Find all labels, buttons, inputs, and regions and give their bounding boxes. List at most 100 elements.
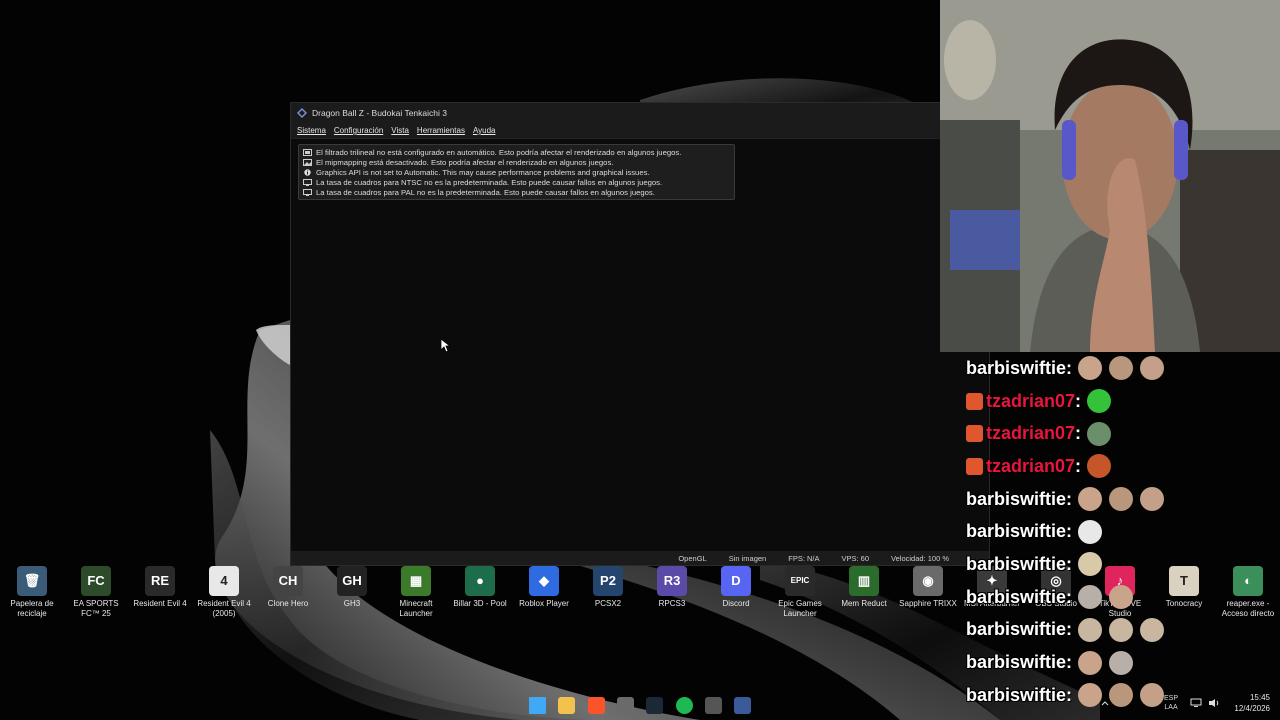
desktop-shortcut[interactable]: ▦ Minecraft Launcher <box>384 566 448 619</box>
info-icon <box>304 168 311 176</box>
shortcut-icon: P2 <box>593 566 623 596</box>
pcsx2-icon[interactable] <box>734 697 752 714</box>
chat-separator: : <box>1075 455 1082 476</box>
emote-icon <box>1078 585 1103 610</box>
desktop-shortcut[interactable]: EPIC Epic Games Launcher <box>768 566 832 619</box>
clock-date: 12/4/2026 <box>1234 704 1270 713</box>
chat-username: barbiswiftie <box>966 619 1067 640</box>
chat-message: tzadrian07: <box>966 385 1280 418</box>
desktop-shortcut[interactable]: ◆ Roblox Player <box>512 566 576 609</box>
spotify-icon[interactable] <box>675 697 693 714</box>
menu-vista[interactable]: Vista <box>391 126 409 135</box>
warning-panel: El filtrado trilineal no está configurad… <box>298 144 735 200</box>
chat-separator: : <box>1066 553 1073 574</box>
emote-icon <box>1109 650 1134 675</box>
microphone-badge-icon <box>966 425 983 443</box>
chat-separator: : <box>1075 390 1082 411</box>
emote-icon <box>1109 617 1134 642</box>
start-icon[interactable] <box>529 697 546 714</box>
notice-item: El filtrado trilineal no está configurad… <box>303 147 730 157</box>
shortcut-label: RPCS3 <box>658 599 686 608</box>
status-image: Sin imagen <box>728 553 767 563</box>
chat-message: tzadrian07: <box>966 450 1280 483</box>
shortcut-icon: CH <box>273 566 303 596</box>
status-fps: FPS: N/A <box>788 553 820 563</box>
desktop-shortcut[interactable]: GH GH3 <box>320 566 384 609</box>
emote-icon <box>1109 356 1134 381</box>
shortcut-label: Billar 3D - Pool <box>453 599 507 608</box>
menu-configuracion[interactable]: Configuración <box>334 126 383 135</box>
notice-item: El mipmapping está desactivado. Esto pod… <box>303 157 730 167</box>
status-vps: VPS: 60 <box>841 553 870 563</box>
status-bar: OpenGL Sin imagen FPS: N/A VPS: 60 Veloc… <box>291 551 989 565</box>
notice-item: La tasa de cuadros para PAL no es la pre… <box>303 187 730 197</box>
chat-message: tzadrian07: <box>966 417 1280 450</box>
emote-icon <box>1109 487 1134 512</box>
chat-message: barbiswiftie: <box>966 646 1280 679</box>
chat-username: barbiswiftie <box>966 586 1067 607</box>
brave-icon[interactable] <box>587 697 605 714</box>
emote-icon <box>1140 356 1165 381</box>
shortcut-label: Sapphire TRIXX <box>899 599 957 608</box>
desktop-shortcut[interactable]: FC EA SPORTS FC™ 25 <box>64 566 128 619</box>
menu-herramientas[interactable]: Herramientas <box>417 126 465 135</box>
language-indicator[interactable]: ESP LAA <box>1164 694 1178 712</box>
webcam-feed <box>940 0 1280 352</box>
desktop-shortcut[interactable]: CH Clone Hero <box>256 566 320 609</box>
monitor-icon <box>303 188 312 196</box>
desktop-shortcut[interactable]: 4 Resident Evil 4 (2005) <box>192 566 256 619</box>
menu-ayuda[interactable]: Ayuda <box>473 126 496 135</box>
emulator-window[interactable]: Dragon Ball Z - Budokai Tenkaichi 3 — Si… <box>290 102 990 566</box>
emote-icon <box>1087 389 1112 414</box>
shortcut-icon: EPIC <box>785 566 815 596</box>
steam-icon[interactable] <box>646 697 664 714</box>
emote-icon <box>1078 617 1103 642</box>
shortcut-icon: RE <box>145 566 175 596</box>
menu-bar: Sistema Configuración Vista Herramientas… <box>291 123 989 139</box>
shortcut-label: EA SPORTS FC™ 25 <box>73 599 119 618</box>
app-icon <box>297 108 307 118</box>
store-icon[interactable] <box>616 697 634 714</box>
clock[interactable]: 15:45 12/4/2026 <box>1234 692 1270 714</box>
shortcut-icon: 4 <box>209 566 239 596</box>
network-icon[interactable] <box>1190 698 1202 708</box>
emote-icon <box>1078 650 1103 675</box>
shortcut-icon: ◉ <box>913 566 943 596</box>
shortcut-label: Papelera de reciclaje <box>10 599 54 618</box>
file-explorer-icon[interactable] <box>558 697 576 714</box>
desktop-shortcut[interactable]: RE Resident Evil 4 <box>128 566 192 609</box>
display-icon <box>303 148 312 156</box>
shortcut-icon: R3 <box>657 566 687 596</box>
chevron-up-icon[interactable] <box>1100 699 1110 709</box>
volume-icon[interactable] <box>1208 698 1220 708</box>
desktop-shortcut[interactable]: 🗑 Papelera de reciclaje <box>0 566 64 619</box>
chat-separator: : <box>1066 488 1073 509</box>
shortcut-label: Discord <box>722 599 750 608</box>
desktop-shortcut[interactable]: P2 PCSX2 <box>576 566 640 609</box>
chat-separator: : <box>1066 652 1073 673</box>
menu-sistema[interactable]: Sistema <box>297 126 326 135</box>
emote-icon <box>1078 552 1103 577</box>
emote-icon <box>1140 617 1165 642</box>
chat-message: barbiswiftie: <box>966 352 1280 385</box>
shortcut-icon: ▦ <box>401 566 431 596</box>
desktop-shortcut[interactable]: ● Billar 3D - Pool <box>448 566 512 609</box>
shortcut-icon: ▥ <box>849 566 879 596</box>
desktop-shortcut[interactable]: ▥ Mem Reduct <box>832 566 896 609</box>
shortcut-label: PCSX2 <box>594 599 622 608</box>
clock-time: 15:45 <box>1249 693 1270 702</box>
chat-overlay: barbiswiftie: tzadrian07: tzadrian07: tzadr… <box>966 352 1280 720</box>
chat-separator: : <box>1066 521 1073 542</box>
chat-message: barbiswiftie: <box>966 483 1280 516</box>
obs-icon[interactable] <box>704 697 722 714</box>
window-titlebar[interactable]: Dragon Ball Z - Budokai Tenkaichi 3 — <box>291 103 989 123</box>
desktop-shortcut[interactable]: R3 RPCS3 <box>640 566 704 609</box>
emote-icon <box>1140 487 1165 512</box>
emote-icon <box>1078 487 1103 512</box>
mouse-cursor-icon <box>441 339 451 353</box>
desktop-shortcut[interactable]: ◉ Sapphire TRIXX <box>896 566 960 609</box>
desktop-shortcut[interactable]: D Discord <box>704 566 768 609</box>
chat-separator: : <box>1075 423 1082 444</box>
taskbar <box>0 690 1280 720</box>
microphone-badge-icon <box>966 392 983 410</box>
